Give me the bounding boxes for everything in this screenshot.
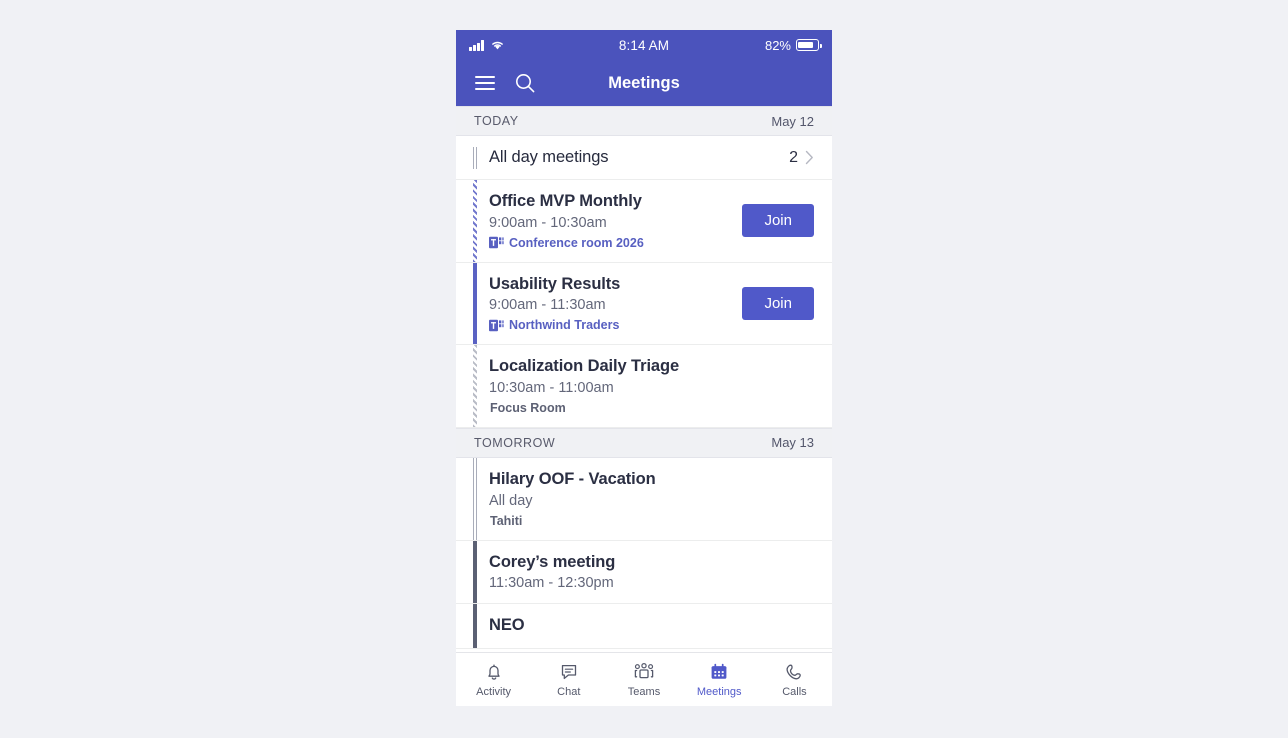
all-day-row-main: All day meetings <box>489 148 779 167</box>
search-icon[interactable] <box>510 68 540 98</box>
meeting-location-label: Northwind Traders <box>509 318 620 333</box>
event-accent-bar <box>473 604 477 648</box>
join-button[interactable]: Join <box>742 204 814 238</box>
join-button[interactable]: Join <box>742 286 814 320</box>
section-header-tomorrow: TOMORROW May 13 <box>456 427 832 458</box>
meeting-details: Localization Daily Triage 10:30am - 11:0… <box>489 345 814 427</box>
meeting-row-hilary-oof-vacation[interactable]: Hilary OOF - Vacation All day Tahiti <box>456 457 832 541</box>
meeting-row-localization-daily-triage[interactable]: Localization Daily Triage 10:30am - 11:0… <box>456 345 832 428</box>
phone-frame: 8:14 AM 82% Meetings TODAY May 12 All da… <box>456 30 832 706</box>
tab-activity[interactable]: Activity <box>456 661 531 698</box>
meeting-time: 10:30am - 11:00am <box>489 379 614 396</box>
meeting-details: Hilary OOF - Vacation All day Tahiti <box>489 458 814 540</box>
event-accent-bar <box>473 180 477 262</box>
event-accent-bar <box>473 345 477 427</box>
calendar-icon <box>711 663 727 679</box>
meeting-location: Focus Room <box>489 401 814 415</box>
tab-label: Activity <box>476 686 512 698</box>
meeting-location-label: Conference room 2026 <box>509 235 644 250</box>
tab-label: Meetings <box>696 686 742 698</box>
meeting-details: Usability Results 9:00am - 11:30am North… <box>489 263 732 345</box>
tab-label: Calls <box>782 686 807 698</box>
meeting-location: Tahiti <box>489 514 814 528</box>
meeting-title: Hilary OOF - Vacation <box>489 469 656 488</box>
event-accent-bar <box>473 457 477 540</box>
event-accent-bar <box>473 540 477 604</box>
meeting-title: Usability Results <box>489 274 621 293</box>
all-day-count: 2 <box>789 148 798 166</box>
meeting-row-usability-results[interactable]: Usability Results 9:00am - 11:30am North… <box>456 262 832 346</box>
section-date: May 13 <box>771 435 814 451</box>
meeting-time: 11:30am - 12:30pm <box>489 575 614 592</box>
meeting-time: 9:00am - 11:30am <box>489 297 606 314</box>
phone-icon <box>786 664 802 680</box>
tab-teams[interactable]: Teams <box>606 661 681 698</box>
meeting-row-office-mvp-monthly[interactable]: Office MVP Monthly 9:00am - 10:30am Conf… <box>456 180 832 263</box>
app-bar: Meetings <box>456 60 832 106</box>
hamburger-menu-icon[interactable] <box>470 68 500 98</box>
meeting-actions: Join <box>732 263 814 345</box>
chat-bubble-icon <box>561 664 576 680</box>
meeting-location[interactable]: Conference room 2026 <box>489 236 732 250</box>
tab-calls[interactable]: Calls <box>757 661 832 698</box>
status-bar-right: 82% <box>764 37 822 53</box>
tab-chat[interactable]: Chat <box>531 661 606 698</box>
section-label: TODAY <box>474 114 519 128</box>
meeting-row-coreys-meeting[interactable]: Corey’s meeting 11:30am - 12:30pm <box>456 540 832 605</box>
teams-meeting-icon <box>489 236 504 249</box>
battery-icon <box>796 39 822 51</box>
meeting-title: NEO <box>489 616 525 635</box>
teams-meeting-icon <box>489 319 504 331</box>
battery-percent-label: 82% <box>764 37 791 53</box>
meeting-title: Office MVP Monthly <box>489 192 642 210</box>
section-label: TOMORROW <box>474 435 556 450</box>
chevron-right-icon <box>805 150 814 165</box>
meeting-location-label: Tahiti <box>490 513 523 528</box>
bottom-tab-bar: Activity Chat Teams Meetings Calls <box>456 652 832 706</box>
tab-label: Teams <box>627 686 661 698</box>
tab-label: Chat <box>557 686 581 698</box>
status-bar: 8:14 AM 82% <box>456 30 832 60</box>
meeting-title: Localization Daily Triage <box>489 357 680 376</box>
all-day-row-right: 2 <box>779 149 814 167</box>
meeting-location[interactable]: Northwind Traders <box>489 318 732 332</box>
meeting-details: NEO <box>489 604 814 648</box>
screen-canvas: 8:14 AM 82% Meetings TODAY May 12 All da… <box>0 0 1288 738</box>
people-teams-icon <box>634 662 654 679</box>
event-accent-bar <box>473 146 477 169</box>
event-accent-bar <box>473 262 477 345</box>
meeting-location-label: Focus Room <box>490 400 566 415</box>
all-day-meetings-label: All day meetings <box>489 148 609 166</box>
meeting-details: Corey’s meeting 11:30am - 12:30pm <box>489 541 814 604</box>
meetings-list[interactable]: TODAY May 12 All day meetings 2 Office M… <box>456 106 832 652</box>
meeting-row-neo[interactable]: NEO <box>456 604 832 649</box>
meeting-details: Office MVP Monthly 9:00am - 10:30am Conf… <box>489 180 732 262</box>
bell-icon <box>487 664 500 680</box>
tab-meetings[interactable]: Meetings <box>682 661 757 698</box>
meeting-time: All day <box>489 492 533 509</box>
meeting-time: 9:00am - 10:30am <box>489 214 607 231</box>
meeting-actions: Join <box>732 180 814 262</box>
section-date: May 12 <box>771 113 814 129</box>
all-day-meetings-row[interactable]: All day meetings 2 <box>456 136 832 180</box>
section-header-today: TODAY May 12 <box>456 106 832 136</box>
meeting-title: Corey’s meeting <box>489 552 616 571</box>
